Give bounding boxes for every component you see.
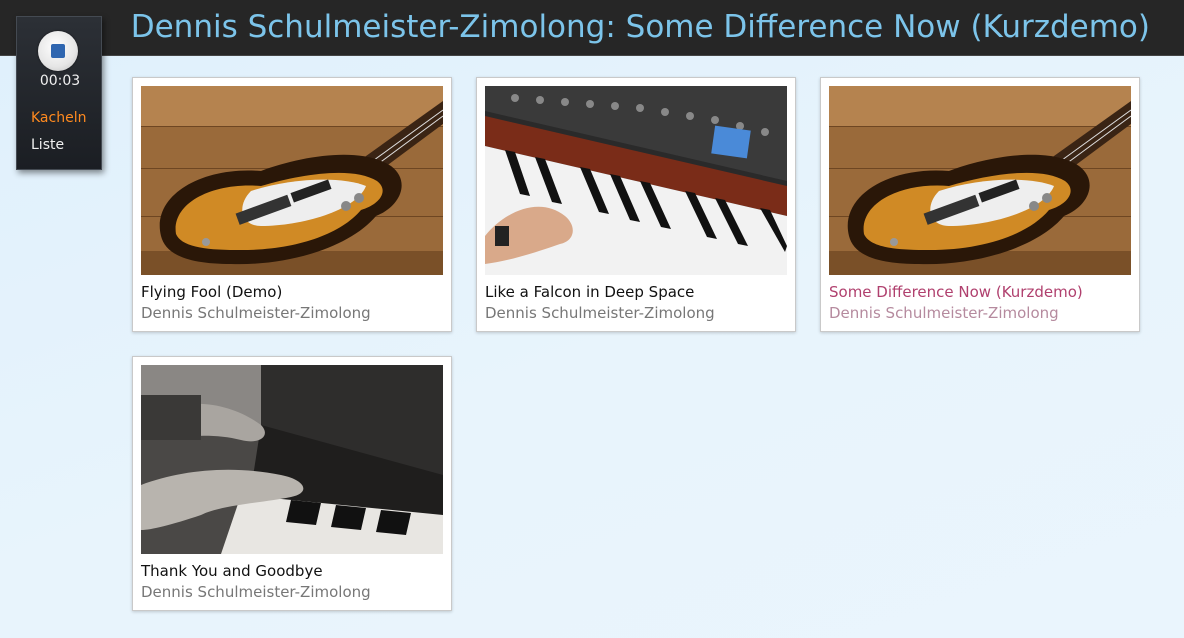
track-title: Some Difference Now (Kurzdemo) — [829, 283, 1083, 301]
player-panel: 00:03 Kacheln Liste — [16, 16, 102, 170]
track-title: Flying Fool (Demo) — [141, 283, 283, 301]
track-card[interactable]: Flying Fool (Demo) Dennis Schulmeister-Z… — [132, 77, 452, 332]
piano-hands-image — [141, 365, 443, 554]
page-title: Dennis Schulmeister-Zimolong: Some Diffe… — [130, 9, 1150, 45]
track-artist: Dennis Schulmeister-Zimolong — [485, 304, 715, 322]
track-card[interactable]: Thank You and Goodbye Dennis Schulmeiste… — [132, 356, 452, 611]
view-list-link[interactable]: Liste — [31, 137, 64, 153]
playback-time: 00:03 — [39, 73, 81, 89]
track-title: Like a Falcon in Deep Space — [485, 283, 695, 301]
track-title: Thank You and Goodbye — [141, 562, 323, 580]
synthesizer-image — [485, 86, 787, 275]
bass-guitar-image — [829, 86, 1131, 275]
track-artist: Dennis Schulmeister-Zimolong — [141, 304, 371, 322]
track-card[interactable]: Like a Falcon in Deep Space Dennis Schul… — [476, 77, 796, 332]
track-artist: Dennis Schulmeister-Zimolong — [141, 583, 371, 601]
stop-icon — [51, 44, 65, 58]
track-artist: Dennis Schulmeister-Zimolong — [829, 304, 1059, 322]
view-tiles-link[interactable]: Kacheln — [31, 110, 86, 126]
header-bar: Dennis Schulmeister-Zimolong: Some Diffe… — [0, 0, 1184, 56]
bass-guitar-image — [141, 86, 443, 275]
stop-button[interactable] — [38, 31, 78, 71]
track-card-active[interactable]: Some Difference Now (Kurzdemo) Dennis Sc… — [820, 77, 1140, 332]
